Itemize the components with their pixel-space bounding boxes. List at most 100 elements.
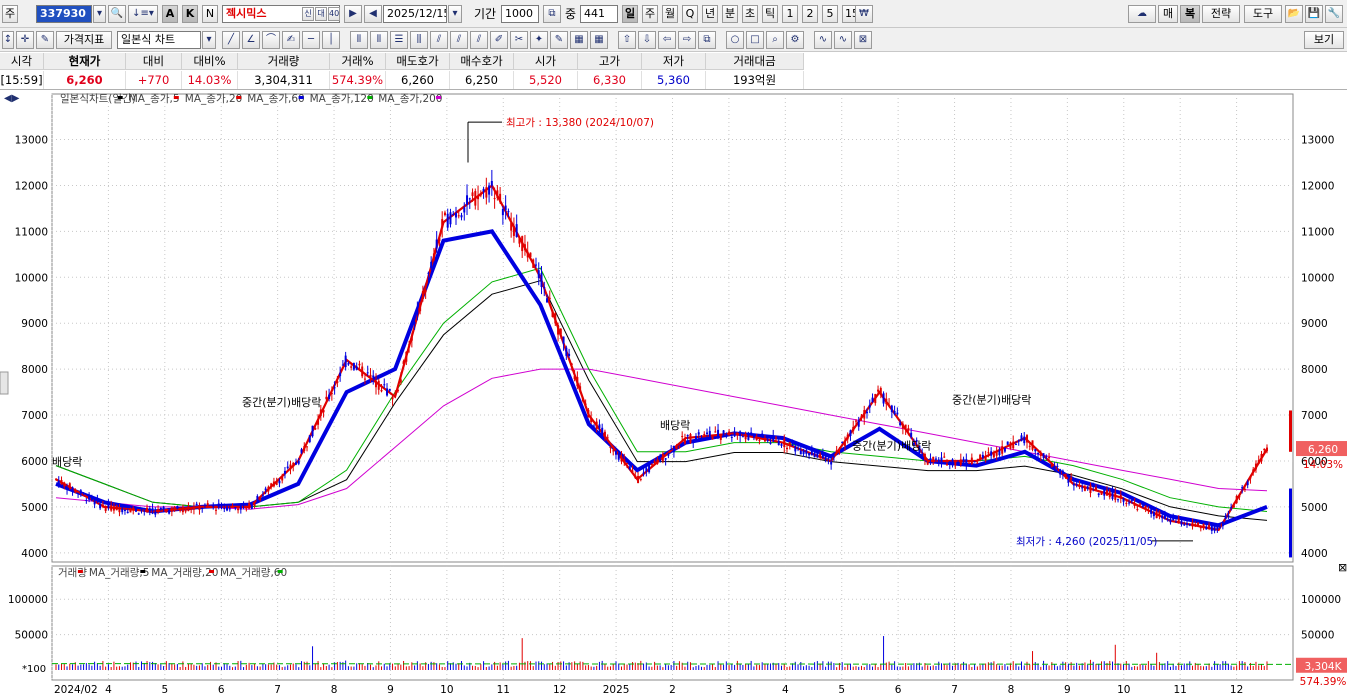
candle-body (957, 462, 960, 464)
angle-line-icon[interactable]: ∠ (242, 31, 260, 49)
text-tool-icon[interactable]: ✎ (550, 31, 568, 49)
candle-body (797, 447, 800, 449)
next-arrow-icon[interactable]: ▶ (344, 5, 362, 23)
candle-body (1158, 511, 1161, 516)
regression-channel-icon[interactable]: ⫽ (470, 31, 488, 49)
timeframe-button[interactable]: 2 (802, 5, 818, 23)
settings-icon[interactable]: ⚙ (786, 31, 804, 49)
star-marker-icon[interactable]: ✦ (530, 31, 548, 49)
search-icon[interactable]: 🔍 (108, 5, 126, 23)
vertical-line-icon[interactable]: │ (322, 31, 340, 49)
candle-body (802, 450, 805, 455)
overlap-icon[interactable]: ⧉ (543, 5, 561, 23)
timeframe-button[interactable]: Q (682, 5, 698, 23)
candle-body (661, 453, 664, 461)
grid-fan-icon[interactable]: ▦ (570, 31, 588, 49)
timeframe-button[interactable]: 월 (662, 5, 678, 23)
dividend-annotation: 배당락 (660, 419, 690, 432)
timeframe-button[interactable]: 분 (722, 5, 738, 23)
timeframe-button[interactable]: 5 (822, 5, 838, 23)
crosshair-icon[interactable]: ✛ (16, 31, 34, 49)
count-input[interactable]: 441 (580, 5, 618, 23)
arc-icon[interactable]: ⌒ (262, 31, 280, 49)
chart-type-dropdown-icon[interactable]: ▾ (202, 31, 216, 49)
horizontal-line-icon[interactable]: ─ (302, 31, 320, 49)
candle-body (1059, 469, 1062, 475)
candle-body (521, 236, 524, 252)
folder-open-icon[interactable]: 📂 (1285, 5, 1303, 23)
calendar-dropdown-icon[interactable]: ▾ (448, 5, 462, 23)
timeframe-button[interactable]: 주 (642, 5, 658, 23)
save-icon[interactable]: 💾 (1305, 5, 1323, 23)
circle-icon[interactable]: ○ (726, 31, 744, 49)
strategy-button[interactable]: 전략 (1202, 5, 1240, 23)
candle-body (413, 322, 416, 324)
trendline-icon[interactable]: ╱ (222, 31, 240, 49)
candle-body (1202, 523, 1205, 529)
arrow-right-icon[interactable]: ⇨ (678, 31, 696, 49)
wave-a-icon[interactable]: ∿ (814, 31, 832, 49)
sort-order-icon[interactable]: ↓≡▾ (128, 5, 158, 23)
candle-body (1020, 435, 1023, 442)
wave-b-icon[interactable]: ∿ (834, 31, 852, 49)
timeframe-button[interactable]: 초 (742, 5, 758, 23)
fibonacci-time-icon[interactable]: ⦀ (350, 31, 368, 49)
candle-body (1086, 486, 1089, 490)
copy-shape-icon[interactable]: ⧉ (698, 31, 716, 49)
timeframe-button[interactable]: 일 (622, 5, 638, 23)
mode-n-button[interactable]: N (202, 5, 218, 23)
buy-button[interactable]: 매 (1158, 5, 1178, 23)
candle-body (438, 237, 441, 242)
candlestick-chart[interactable]: ◀▶ ⊠ 13000 13000 12000 12000 11000 11000 10000 10… (0, 90, 1347, 699)
collapse-icon[interactable]: ↕ (2, 31, 14, 49)
market-select-button[interactable]: 주 (2, 5, 18, 23)
cycle-lines-icon[interactable]: ⫼ (410, 31, 428, 49)
gann-fan-icon[interactable]: ⦀ (370, 31, 388, 49)
compound-button[interactable]: 복 (1180, 5, 1200, 23)
eraser-icon[interactable]: ✂ (510, 31, 528, 49)
chart-svg[interactable]: ◀▶ ⊠ 13000 13000 12000 12000 11000 11000 10000 10… (0, 90, 1347, 699)
rectangle-icon[interactable]: □ (746, 31, 764, 49)
free-draw-icon[interactable]: ✐ (490, 31, 508, 49)
arrow-up-icon[interactable]: ⇧ (618, 31, 636, 49)
parallel-channel-icon[interactable]: ⫽ (430, 31, 448, 49)
code-dropdown-icon[interactable]: ▾ (93, 5, 106, 23)
price-indicator-button[interactable]: 가격지표 (56, 31, 112, 49)
period-input[interactable]: 1000 (501, 5, 539, 23)
candle-body (85, 500, 88, 502)
grid-box-icon[interactable]: ▦ (590, 31, 608, 49)
candle-body (454, 212, 457, 218)
settings-wrench-icon[interactable]: 🔧 (1325, 5, 1343, 23)
candle-body (361, 366, 364, 377)
zoom-icon[interactable]: ⌕ (766, 31, 784, 49)
x-tick-label: 2025 (603, 684, 630, 696)
candle-body (976, 462, 979, 464)
chart-type-select[interactable]: 일본식 차트 (117, 31, 201, 49)
candle-body (118, 508, 121, 513)
arrow-down-icon[interactable]: ⇩ (638, 31, 656, 49)
won-icon[interactable]: ₩ (855, 5, 873, 23)
candle-body (278, 480, 281, 484)
arrow-left-icon[interactable]: ⇦ (658, 31, 676, 49)
stock-code-input[interactable]: 337930 (36, 5, 92, 23)
edit-indicator-icon[interactable]: ✎ (36, 31, 54, 49)
fibonacci-retracement-icon[interactable]: ☰ (390, 31, 408, 49)
timeframe-button[interactable]: 1 (782, 5, 798, 23)
candle-body (683, 438, 686, 444)
mode-k-button[interactable]: K (182, 5, 198, 23)
candle-body (399, 379, 402, 383)
clear-all-icon[interactable]: ⊠ (854, 31, 872, 49)
timeframe-button[interactable]: 틱 (762, 5, 778, 23)
pen-icon[interactable]: ✍ (282, 31, 300, 49)
date-input[interactable]: 2025/12/15 (383, 5, 447, 23)
cloud-icon[interactable]: ☁ (1128, 5, 1156, 23)
dividend-annotation: 중간(분기)배당락 (852, 440, 931, 453)
candle-body (140, 509, 143, 511)
prev-arrow-icon[interactable]: ◀ (364, 5, 382, 23)
view-button[interactable]: 보기 (1304, 31, 1344, 49)
mode-a-button[interactable]: A (162, 5, 178, 23)
andrews-pitchfork-icon[interactable]: ⫽ (450, 31, 468, 49)
tools-button[interactable]: 도구 (1244, 5, 1282, 23)
candle-body (427, 272, 430, 274)
timeframe-button[interactable]: 년 (702, 5, 718, 23)
